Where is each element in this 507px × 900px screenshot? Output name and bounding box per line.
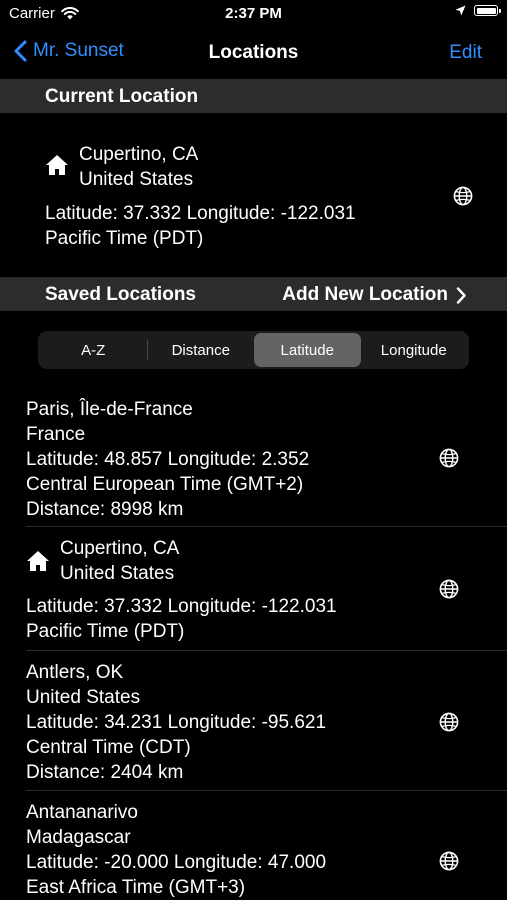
home-icon bbox=[46, 155, 68, 175]
home-icon bbox=[27, 551, 49, 571]
location-distance: Distance: 8998 km bbox=[26, 499, 184, 520]
list-item[interactable]: Antananarivo Madagascar Latitude: -20.00… bbox=[0, 791, 507, 900]
sort-segmented-control: A-Z Distance Latitude Longitude bbox=[38, 331, 469, 369]
current-location-card[interactable]: Cupertino, CA United States Latitude: 37… bbox=[0, 112, 507, 278]
location-line2: United States bbox=[26, 687, 141, 708]
location-coordinates: Latitude: -20.000 Longitude: 47.000 bbox=[26, 852, 327, 873]
list-item[interactable]: Cupertino, CA United States Latitude: 37… bbox=[0, 527, 507, 651]
saved-locations-header: Saved Locations Add New Location bbox=[0, 277, 507, 311]
location-line1: Antlers, OK bbox=[26, 662, 124, 683]
status-icons bbox=[455, 5, 501, 16]
current-location-title: Current Location bbox=[45, 86, 199, 107]
location-coordinates: Latitude: 48.857 Longitude: 2.352 bbox=[26, 449, 310, 470]
clock: 2:37 PM bbox=[225, 5, 282, 22]
list-item[interactable]: Paris, Île-de-France France Latitude: 48… bbox=[0, 388, 507, 527]
chevron-right-icon bbox=[456, 286, 466, 304]
sort-option-longitude[interactable]: Longitude bbox=[361, 333, 468, 367]
list-item[interactable]: Antlers, OK United States Latitude: 34.2… bbox=[0, 651, 507, 791]
current-timezone: Pacific Time (PDT) bbox=[45, 228, 204, 249]
location-line2: France bbox=[26, 424, 86, 445]
page-title: Locations bbox=[208, 42, 299, 63]
current-city: Cupertino, CA bbox=[79, 144, 199, 165]
edit-button[interactable]: Edit bbox=[449, 42, 482, 64]
globe-icon[interactable] bbox=[453, 186, 473, 206]
status-bar: Carrier 2:37 PM bbox=[0, 0, 507, 28]
sort-option-distance[interactable]: Distance bbox=[148, 333, 255, 367]
navigation-bar: Mr. Sunset Locations Edit bbox=[0, 28, 507, 78]
location-timezone: East Africa Time (GMT+3) bbox=[26, 877, 246, 898]
sort-option-latitude[interactable]: Latitude bbox=[254, 333, 361, 367]
location-line2: Madagascar bbox=[26, 827, 131, 848]
add-new-location-label: Add New Location bbox=[282, 284, 448, 305]
location-timezone: Pacific Time (PDT) bbox=[26, 621, 185, 642]
sort-option-a-z[interactable]: A-Z bbox=[40, 333, 147, 367]
current-location-header: Current Location bbox=[0, 79, 507, 113]
battery-icon bbox=[474, 5, 501, 16]
globe-icon[interactable] bbox=[439, 448, 459, 468]
location-coordinates: Latitude: 37.332 Longitude: -122.031 bbox=[26, 596, 337, 617]
current-country: United States bbox=[79, 169, 194, 190]
saved-locations-title: Saved Locations bbox=[45, 284, 196, 305]
location-distance: Distance: 2404 km bbox=[26, 762, 184, 783]
add-new-location-button[interactable]: Add New Location bbox=[282, 284, 466, 306]
globe-icon[interactable] bbox=[439, 851, 459, 871]
location-coordinates: Latitude: 34.231 Longitude: -95.621 bbox=[26, 712, 327, 733]
location-line2: United States bbox=[60, 563, 175, 584]
globe-icon[interactable] bbox=[439, 579, 459, 599]
globe-icon[interactable] bbox=[439, 712, 459, 732]
current-coordinates: Latitude: 37.332 Longitude: -122.031 bbox=[45, 203, 356, 224]
location-line1: Paris, Île-de-France bbox=[26, 399, 193, 420]
location-timezone: Central Time (CDT) bbox=[26, 737, 191, 758]
location-timezone: Central European Time (GMT+2) bbox=[26, 474, 304, 495]
location-line1: Antananarivo bbox=[26, 802, 138, 823]
location-arrow-icon bbox=[455, 5, 466, 16]
location-line1: Cupertino, CA bbox=[60, 538, 180, 559]
